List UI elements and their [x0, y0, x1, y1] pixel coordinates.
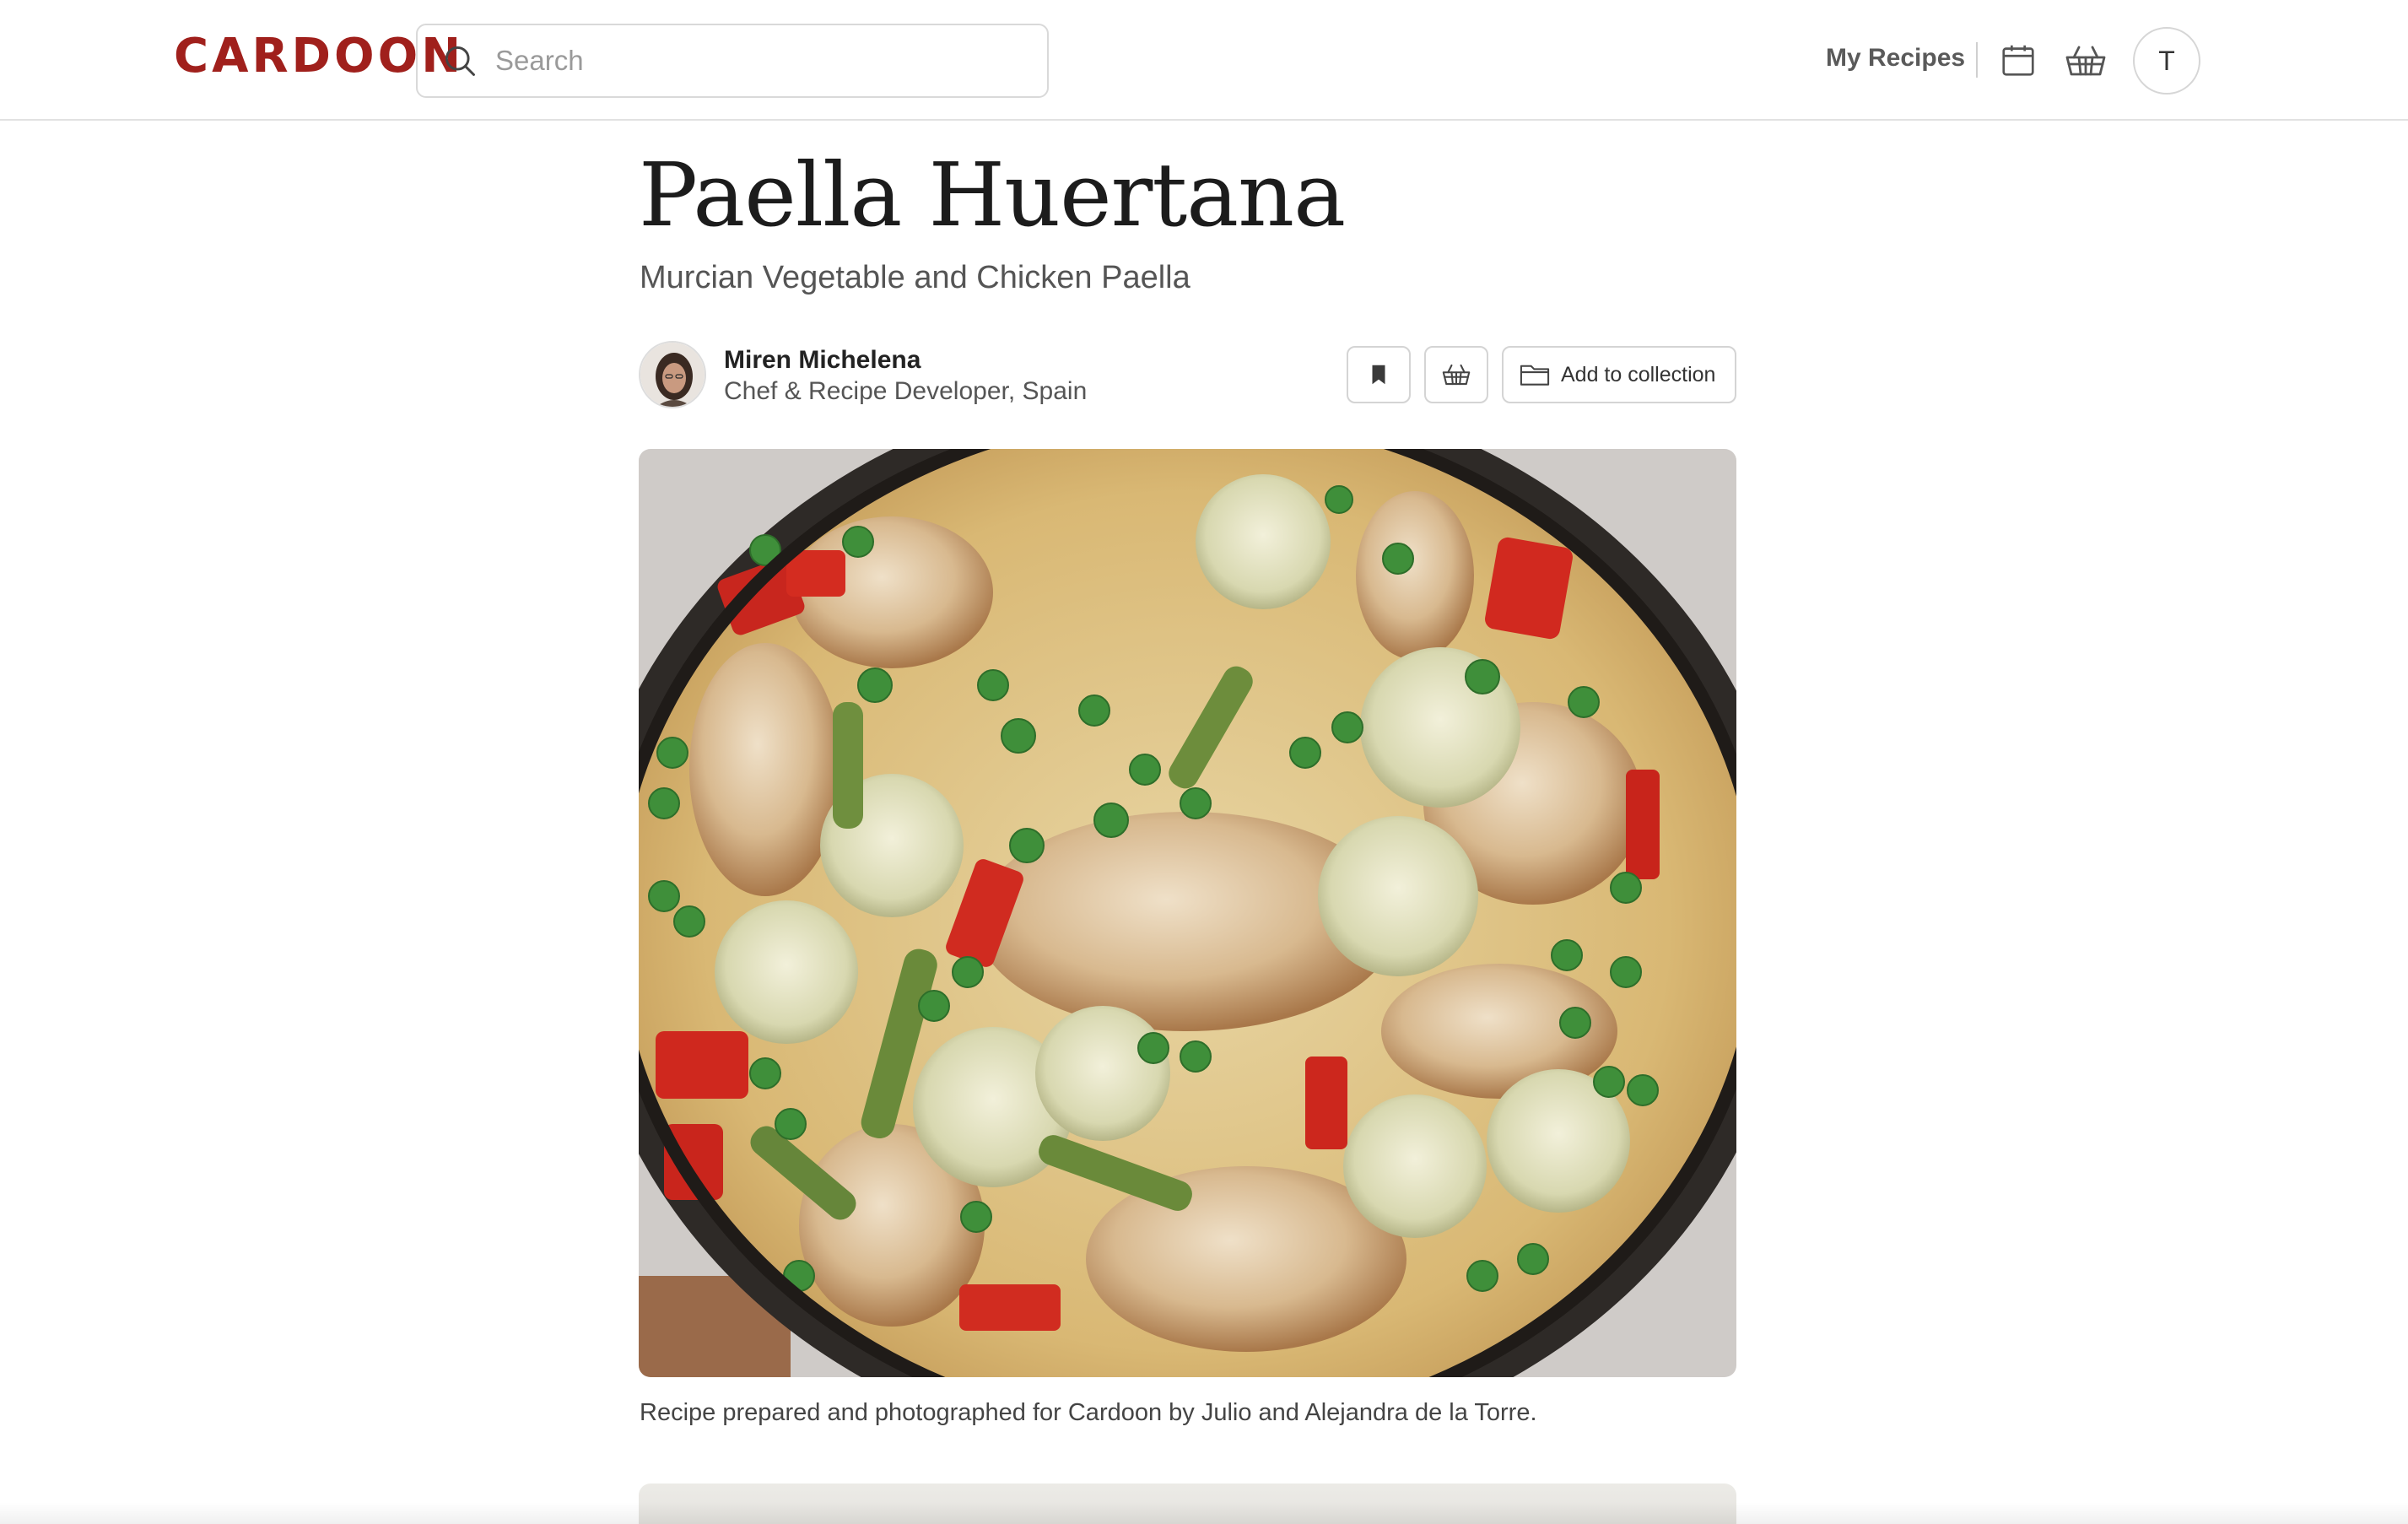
recipe-hero-image — [639, 449, 1736, 1377]
nav-divider — [1976, 42, 1978, 78]
recipe-title: Paella Huertana — [639, 143, 1346, 246]
search-icon — [445, 46, 475, 76]
author-name[interactable]: Miren Michelena — [724, 346, 921, 375]
top-nav: CARDOON My Recipes T — [0, 0, 2408, 121]
folder-icon — [1520, 365, 1550, 386]
search-box[interactable] — [416, 24, 1049, 98]
grocery-list-button[interactable] — [2064, 41, 2108, 81]
author-role: Chef & Recipe Developer, Spain — [724, 377, 1088, 405]
user-avatar-button[interactable]: T — [2133, 27, 2200, 95]
search-input[interactable] — [495, 45, 1002, 77]
basket-icon — [1442, 364, 1471, 386]
bottom-fade — [0, 1502, 2408, 1524]
photo-caption: Recipe prepared and photographed for Car… — [640, 1399, 1537, 1426]
bookmark-icon — [1372, 365, 1385, 385]
basket-icon — [2065, 46, 2106, 76]
author-avatar[interactable] — [639, 341, 706, 408]
add-to-basket-button[interactable] — [1424, 346, 1488, 403]
save-recipe-button[interactable] — [1347, 346, 1411, 403]
add-to-collection-button[interactable]: Add to collection — [1502, 346, 1736, 403]
meal-planner-button[interactable] — [1998, 41, 2038, 81]
my-recipes-link[interactable]: My Recipes — [1826, 44, 1965, 73]
add-to-collection-label: Add to collection — [1561, 362, 1716, 386]
recipe-subtitle: Murcian Vegetable and Chicken Paella — [640, 260, 1191, 295]
calendar-icon — [2002, 45, 2034, 76]
